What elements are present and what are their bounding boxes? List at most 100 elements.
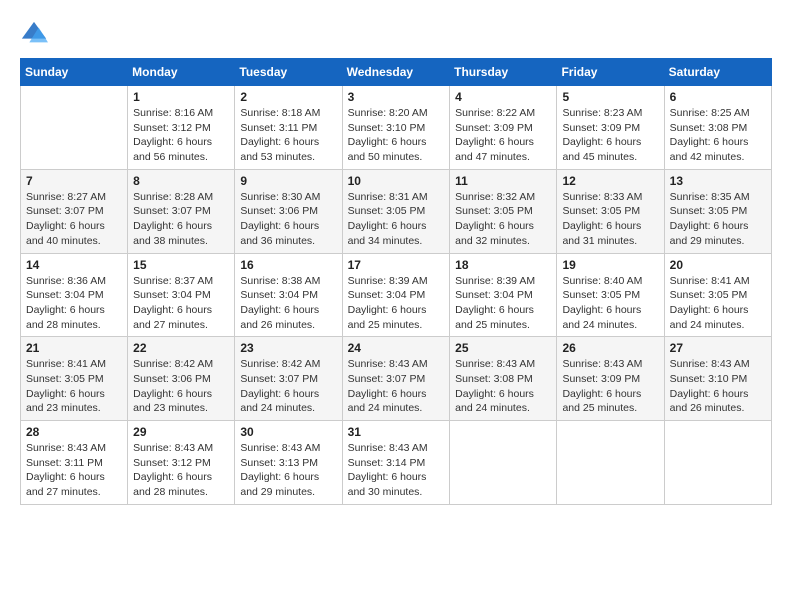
day-info: Sunrise: 8:39 AMSunset: 3:04 PMDaylight:… — [455, 274, 551, 333]
day-number: 30 — [240, 425, 336, 439]
page-container: SundayMondayTuesdayWednesdayThursdayFrid… — [20, 20, 772, 505]
day-info: Sunrise: 8:43 AMSunset: 3:11 PMDaylight:… — [26, 441, 122, 500]
day-number: 15 — [133, 258, 229, 272]
calendar-cell: 5Sunrise: 8:23 AMSunset: 3:09 PMDaylight… — [557, 86, 664, 170]
calendar-table: SundayMondayTuesdayWednesdayThursdayFrid… — [20, 58, 772, 505]
day-number: 21 — [26, 341, 122, 355]
calendar-cell: 27Sunrise: 8:43 AMSunset: 3:10 PMDayligh… — [664, 337, 771, 421]
day-number: 3 — [348, 90, 445, 104]
day-info: Sunrise: 8:31 AMSunset: 3:05 PMDaylight:… — [348, 190, 445, 249]
day-info: Sunrise: 8:43 AMSunset: 3:13 PMDaylight:… — [240, 441, 336, 500]
calendar-cell: 3 Sunrise: 8:20 AMSunset: 3:10 PMDaylight… — [342, 86, 450, 170]
day-number: 2 — [240, 90, 336, 104]
calendar-cell: 15 Sunrise: 8:37 AMSunset: 3:04 PMDayligh… — [128, 253, 235, 337]
calendar-cell: 19 Sunrise: 8:40 AMSunset: 3:05 PMDayligh… — [557, 253, 664, 337]
day-number: 11 — [455, 174, 551, 188]
day-number: 1 — [133, 90, 229, 104]
calendar-cell: 30 Sunrise: 8:43 AMSunset: 3:13 PMDayligh… — [235, 421, 342, 505]
weekday-header-thursday: Thursday — [450, 59, 557, 86]
calendar-cell: 28 Sunrise: 8:43 AMSunset: 3:11 PMDayligh… — [21, 421, 128, 505]
weekday-header-row: SundayMondayTuesdayWednesdayThursdayFrid… — [21, 59, 772, 86]
day-info: Sunrise: 8:28 AMSunset: 3:07 PMDaylight:… — [133, 190, 229, 249]
week-row-3: 14 Sunrise: 8:36 AMSunset: 3:04 PMDayligh… — [21, 253, 772, 337]
week-row-1: 1Sunrise: 8:16 AMSunset: 3:12 PMDaylight… — [21, 86, 772, 170]
day-number: 18 — [455, 258, 551, 272]
calendar-cell: 13 Sunrise: 8:35 AMSunset: 3:05 PMDayligh… — [664, 169, 771, 253]
calendar-cell — [21, 86, 128, 170]
calendar-cell: 22 Sunrise: 8:42 AMSunset: 3:06 PMDayligh… — [128, 337, 235, 421]
day-number: 13 — [670, 174, 766, 188]
calendar-cell: 20 Sunrise: 8:41 AMSunset: 3:05 PMDayligh… — [664, 253, 771, 337]
day-number: 26 — [562, 341, 658, 355]
day-number: 9 — [240, 174, 336, 188]
day-number: 6 — [670, 90, 766, 104]
day-info: Sunrise: 8:42 AMSunset: 3:06 PMDaylight:… — [133, 357, 229, 416]
calendar-cell: 1Sunrise: 8:16 AMSunset: 3:12 PMDaylight… — [128, 86, 235, 170]
calendar-cell: 23 Sunrise: 8:42 AMSunset: 3:07 PMDayligh… — [235, 337, 342, 421]
weekday-header-wednesday: Wednesday — [342, 59, 450, 86]
day-info: Sunrise: 8:35 AMSunset: 3:05 PMDaylight:… — [670, 190, 766, 249]
day-number: 31 — [348, 425, 445, 439]
day-info: Sunrise: 8:38 AMSunset: 3:04 PMDaylight:… — [240, 274, 336, 333]
calendar-cell: 21 Sunrise: 8:41 AMSunset: 3:05 PMDayligh… — [21, 337, 128, 421]
day-info: Sunrise: 8:25 AMSunset: 3:08 PMDaylight:… — [670, 106, 766, 165]
day-info: Sunrise: 8:36 AMSunset: 3:04 PMDaylight:… — [26, 274, 122, 333]
calendar-cell — [664, 421, 771, 505]
calendar-cell: 29Sunrise: 8:43 AMSunset: 3:12 PMDayligh… — [128, 421, 235, 505]
day-info: Sunrise: 8:43 AMSunset: 3:09 PMDaylight:… — [562, 357, 658, 416]
day-number: 10 — [348, 174, 445, 188]
day-number: 5 — [562, 90, 658, 104]
weekday-header-tuesday: Tuesday — [235, 59, 342, 86]
calendar-cell: 24Sunrise: 8:43 AMSunset: 3:07 PMDayligh… — [342, 337, 450, 421]
day-info: Sunrise: 8:20 AMSunset: 3:10 PMDaylight:… — [348, 106, 445, 165]
calendar-cell: 26 Sunrise: 8:43 AMSunset: 3:09 PMDayligh… — [557, 337, 664, 421]
calendar-cell: 31Sunrise: 8:43 AMSunset: 3:14 PMDayligh… — [342, 421, 450, 505]
week-row-2: 7Sunrise: 8:27 AMSunset: 3:07 PMDaylight… — [21, 169, 772, 253]
calendar-cell: 7Sunrise: 8:27 AMSunset: 3:07 PMDaylight… — [21, 169, 128, 253]
day-info: Sunrise: 8:37 AMSunset: 3:04 PMDaylight:… — [133, 274, 229, 333]
day-number: 28 — [26, 425, 122, 439]
day-number: 29 — [133, 425, 229, 439]
calendar-cell: 18 Sunrise: 8:39 AMSunset: 3:04 PMDayligh… — [450, 253, 557, 337]
calendar-cell — [557, 421, 664, 505]
day-number: 19 — [562, 258, 658, 272]
calendar-cell — [450, 421, 557, 505]
day-number: 23 — [240, 341, 336, 355]
calendar-cell: 11 Sunrise: 8:32 AMSunset: 3:05 PMDayligh… — [450, 169, 557, 253]
weekday-header-saturday: Saturday — [664, 59, 771, 86]
day-info: Sunrise: 8:40 AMSunset: 3:05 PMDaylight:… — [562, 274, 658, 333]
calendar-cell: 25Sunrise: 8:43 AMSunset: 3:08 PMDayligh… — [450, 337, 557, 421]
day-number: 17 — [348, 258, 445, 272]
calendar-cell: 4 Sunrise: 8:22 AMSunset: 3:09 PMDaylight… — [450, 86, 557, 170]
day-number: 7 — [26, 174, 122, 188]
calendar-cell: 14 Sunrise: 8:36 AMSunset: 3:04 PMDayligh… — [21, 253, 128, 337]
day-info: Sunrise: 8:32 AMSunset: 3:05 PMDaylight:… — [455, 190, 551, 249]
day-number: 4 — [455, 90, 551, 104]
weekday-header-friday: Friday — [557, 59, 664, 86]
day-info: Sunrise: 8:18 AMSunset: 3:11 PMDaylight:… — [240, 106, 336, 165]
calendar-cell: 6 Sunrise: 8:25 AMSunset: 3:08 PMDaylight… — [664, 86, 771, 170]
day-number: 24 — [348, 341, 445, 355]
calendar-cell: 17 Sunrise: 8:39 AMSunset: 3:04 PMDayligh… — [342, 253, 450, 337]
day-number: 14 — [26, 258, 122, 272]
day-info: Sunrise: 8:41 AMSunset: 3:05 PMDaylight:… — [26, 357, 122, 416]
day-info: Sunrise: 8:39 AMSunset: 3:04 PMDaylight:… — [348, 274, 445, 333]
day-number: 22 — [133, 341, 229, 355]
calendar-cell: 8Sunrise: 8:28 AMSunset: 3:07 PMDaylight… — [128, 169, 235, 253]
day-info: Sunrise: 8:30 AMSunset: 3:06 PMDaylight:… — [240, 190, 336, 249]
day-info: Sunrise: 8:22 AMSunset: 3:09 PMDaylight:… — [455, 106, 551, 165]
calendar-cell: 9 Sunrise: 8:30 AMSunset: 3:06 PMDaylight… — [235, 169, 342, 253]
logo-icon — [20, 20, 48, 48]
day-info: Sunrise: 8:41 AMSunset: 3:05 PMDaylight:… — [670, 274, 766, 333]
day-number: 12 — [562, 174, 658, 188]
day-info: Sunrise: 8:43 AMSunset: 3:08 PMDaylight:… — [455, 357, 551, 416]
week-row-4: 21 Sunrise: 8:41 AMSunset: 3:05 PMDayligh… — [21, 337, 772, 421]
day-info: Sunrise: 8:42 AMSunset: 3:07 PMDaylight:… — [240, 357, 336, 416]
week-row-5: 28 Sunrise: 8:43 AMSunset: 3:11 PMDayligh… — [21, 421, 772, 505]
weekday-header-sunday: Sunday — [21, 59, 128, 86]
day-number: 16 — [240, 258, 336, 272]
calendar-cell: 16 Sunrise: 8:38 AMSunset: 3:04 PMDayligh… — [235, 253, 342, 337]
calendar-cell: 10 Sunrise: 8:31 AMSunset: 3:05 PMDayligh… — [342, 169, 450, 253]
day-number: 20 — [670, 258, 766, 272]
calendar-cell: 2 Sunrise: 8:18 AMSunset: 3:11 PMDaylight… — [235, 86, 342, 170]
